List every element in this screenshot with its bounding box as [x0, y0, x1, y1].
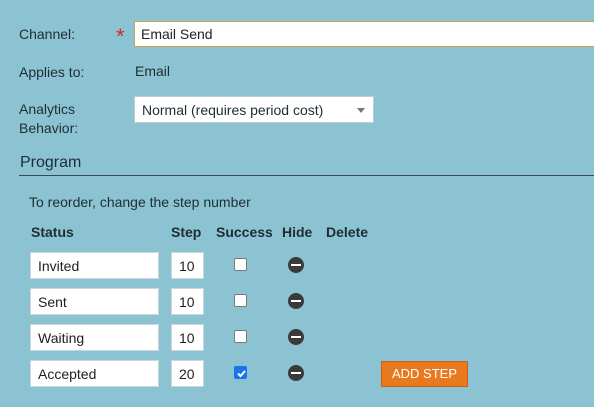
success-checkbox[interactable]: [234, 330, 247, 343]
add-step-button[interactable]: ADD STEP: [381, 361, 468, 387]
hide-toggle-minus-icon[interactable]: [288, 257, 304, 273]
column-header-hide: Hide: [282, 224, 313, 240]
success-checkbox[interactable]: [234, 294, 247, 307]
hide-toggle-minus-icon[interactable]: [288, 293, 304, 309]
column-header-success: Success: [216, 224, 273, 240]
status-input[interactable]: [30, 360, 159, 387]
channel-input[interactable]: [134, 21, 594, 47]
required-asterisk: *: [116, 24, 125, 49]
channel-label: Channel:: [19, 26, 76, 42]
column-header-status: Status: [31, 224, 74, 240]
status-input[interactable]: [30, 324, 159, 351]
step-input[interactable]: [171, 252, 204, 279]
analytics-label-line2: Behavior:: [19, 120, 79, 136]
reorder-hint: To reorder, change the step number: [29, 194, 251, 210]
column-header-delete: Delete: [326, 224, 369, 240]
chevron-down-icon: [357, 108, 365, 113]
applies-to-value: Email: [135, 63, 171, 79]
hide-toggle-minus-icon[interactable]: [288, 329, 304, 345]
status-input[interactable]: [30, 252, 159, 279]
analytics-behavior-value: Normal (requires period cost): [142, 102, 324, 118]
checkmark-icon: [237, 370, 246, 378]
success-checkbox-checked[interactable]: [234, 366, 247, 379]
program-section-title: Program: [20, 154, 82, 171]
step-input[interactable]: [171, 288, 204, 315]
hide-toggle-minus-icon[interactable]: [288, 365, 304, 381]
step-input[interactable]: [171, 324, 204, 351]
column-header-step: Step: [171, 224, 202, 240]
applies-to-label: Applies to:: [19, 64, 85, 80]
analytics-label-line1: Analytics: [19, 101, 76, 117]
section-divider: [19, 175, 594, 176]
success-checkbox[interactable]: [234, 258, 247, 271]
analytics-behavior-select[interactable]: Normal (requires period cost): [134, 96, 374, 123]
status-input[interactable]: [30, 288, 159, 315]
step-input[interactable]: [171, 360, 204, 387]
